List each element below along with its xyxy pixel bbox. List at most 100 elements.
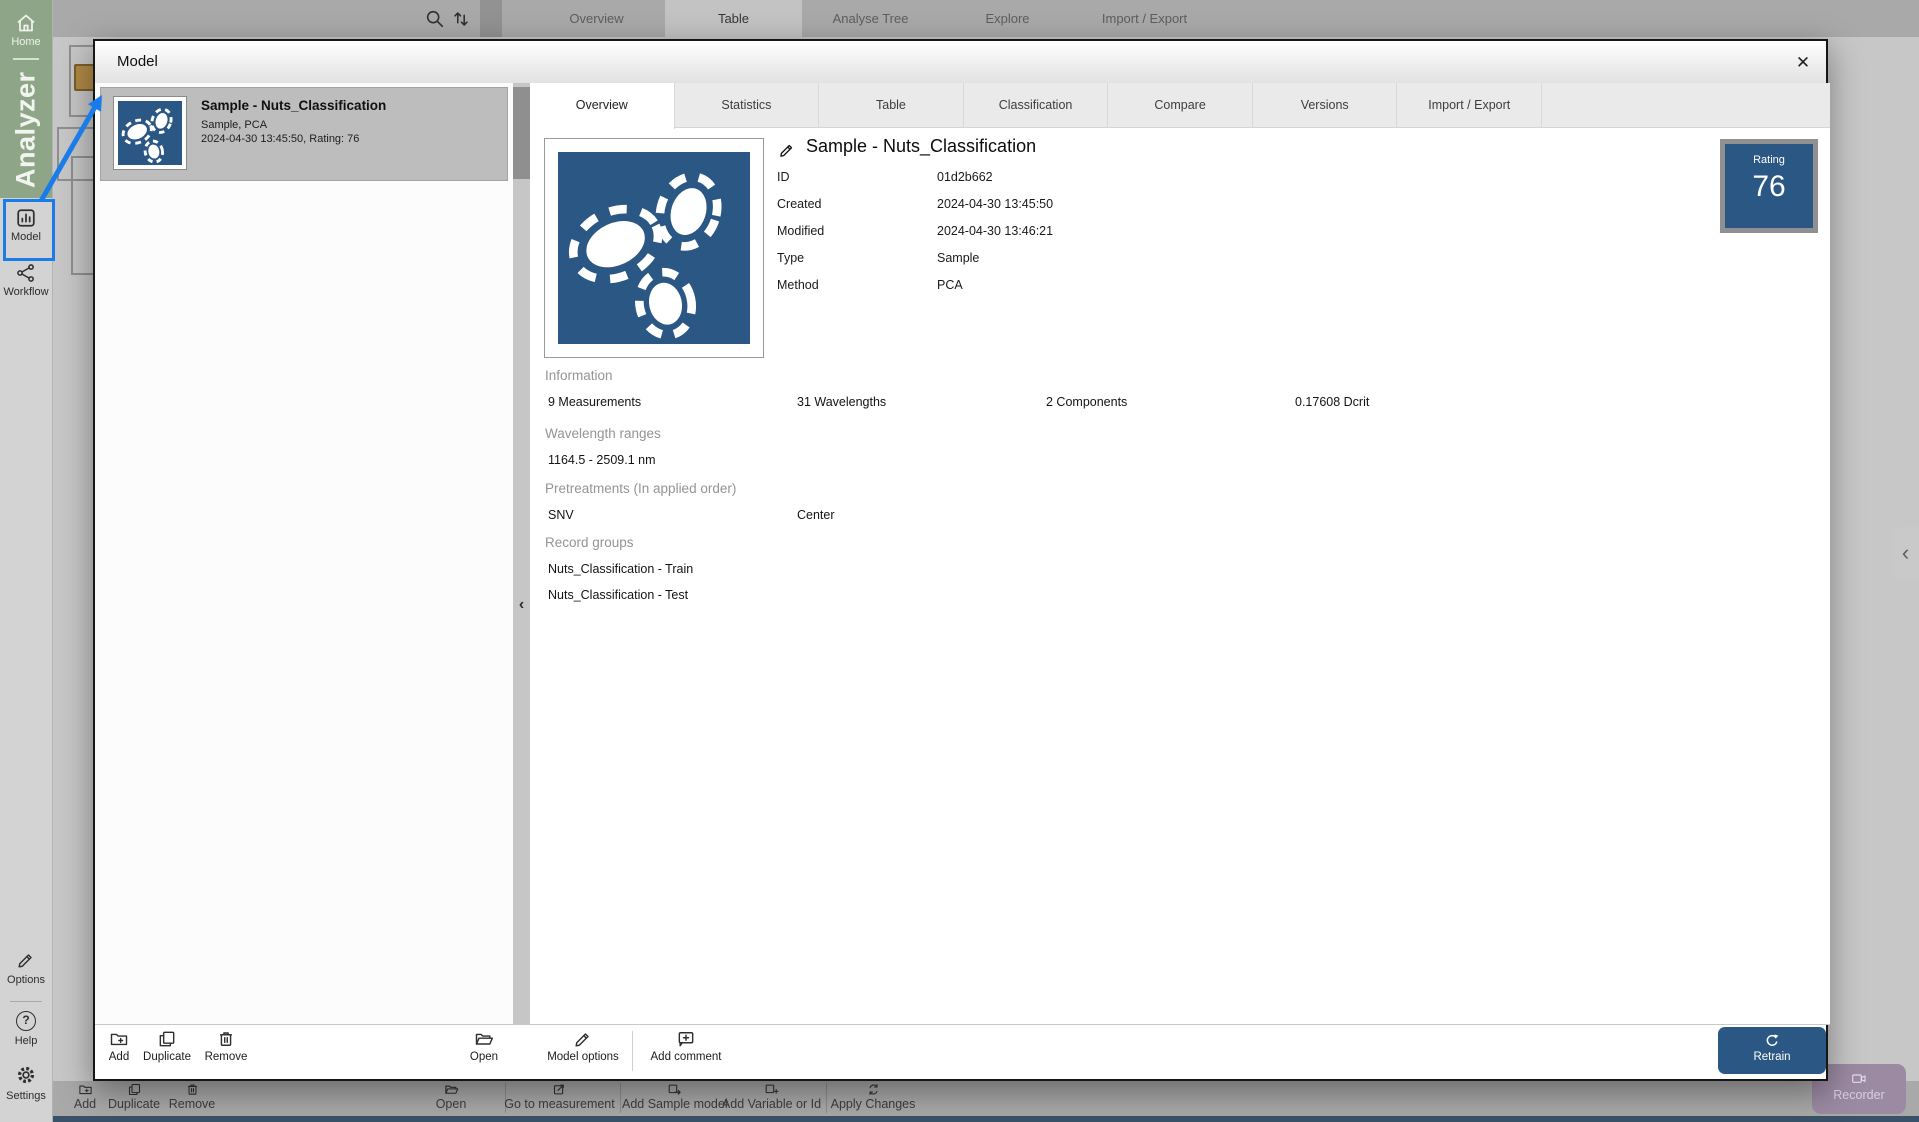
open-folder-icon	[444, 1082, 459, 1097]
detail-tab-classification[interactable]: Classification	[964, 83, 1109, 128]
copy-icon	[127, 1082, 142, 1097]
toolbar-go-to-measurement-button[interactable]: Go to measurement	[502, 1081, 617, 1111]
collapse-panel-button[interactable]: ‹	[513, 593, 530, 617]
help-icon: ?	[16, 1011, 36, 1031]
sidebar-divider	[13, 58, 39, 60]
edit-title-icon[interactable]	[778, 141, 796, 159]
model-list-item[interactable]: Sample - Nuts_Classification Sample, PCA…	[100, 87, 508, 181]
info-dcrit: 0.17608 Dcrit	[1295, 395, 1369, 409]
pretreatment-item: Center	[797, 508, 835, 522]
comment-plus-icon	[676, 1029, 696, 1049]
sidebar-item-home[interactable]: Home	[0, 36, 52, 48]
side-panel-handle[interactable]: ‹	[1892, 527, 1919, 579]
field-value: 2024-04-30 13:45:50	[937, 197, 1053, 211]
pencil-icon	[16, 950, 36, 970]
topbar-divider	[480, 0, 502, 37]
tab-import-export[interactable]: Import / Export	[1076, 0, 1213, 37]
tab-analyse-tree[interactable]: Analyse Tree	[802, 0, 939, 37]
workflow-icon	[15, 262, 37, 284]
field-value: PCA	[937, 278, 963, 292]
dialog-title: Model	[117, 41, 158, 83]
sidebar-divider	[10, 1001, 42, 1002]
close-icon[interactable]: ✕	[1790, 50, 1816, 76]
top-bar: Overview Table Analyse Tree Explore Impo…	[52, 0, 1919, 37]
detail-tab-import-export[interactable]: Import / Export	[1397, 83, 1542, 128]
toolbar-remove-button[interactable]: Remove	[165, 1081, 219, 1111]
toolbar-add-variable-button[interactable]: Add Variable or Id	[719, 1081, 824, 1111]
retrain-button[interactable]: Retrain	[1718, 1027, 1826, 1074]
toolbar-duplicate-button[interactable]: Duplicate	[107, 1081, 161, 1111]
model-list: Sample - Nuts_Classification Sample, PCA…	[95, 83, 513, 1024]
rating-badge: Rating 76	[1720, 139, 1818, 233]
section-header-information: Information	[545, 368, 613, 383]
add-comment-button[interactable]: Add comment	[646, 1029, 726, 1063]
field-label: Type	[777, 251, 804, 265]
tab-table[interactable]: Table	[665, 0, 802, 37]
toolbar-add-sample-model-button[interactable]: Add Sample model	[622, 1081, 727, 1111]
add-variable-icon	[764, 1082, 779, 1097]
model-title: Sample - Nuts_Classification	[806, 136, 1036, 157]
field-label: Modified	[777, 224, 824, 238]
toolbar-divider	[826, 1083, 827, 1113]
model-thumbnail	[113, 96, 187, 170]
copy-icon	[157, 1029, 177, 1049]
info-measurements: 9 Measurements	[548, 395, 641, 409]
detail-tab-statistics[interactable]: Statistics	[675, 83, 820, 128]
sidebar: Home Analyzer Model Workflow Options ? H	[0, 0, 53, 1122]
detail-tab-compare[interactable]: Compare	[1108, 83, 1253, 128]
window-bottom-edge	[52, 1116, 1919, 1122]
field-label: ID	[777, 170, 790, 184]
app-brand: Analyzer	[0, 66, 52, 194]
detail-tab-bar: Overview Statistics Table Classification…	[530, 83, 1830, 128]
dialog-title-bar: Model	[95, 41, 1826, 84]
search-icon[interactable]	[424, 8, 446, 30]
detail-tab-table[interactable]: Table	[819, 83, 964, 128]
list-scrollbar[interactable]: ‹	[513, 83, 530, 1024]
gear-icon	[15, 1064, 37, 1086]
go-to-icon	[552, 1082, 567, 1097]
camera-icon	[1849, 1071, 1869, 1087]
record-group-row: Nuts_Classification - Train	[548, 562, 693, 576]
list-remove-button[interactable]: Remove	[199, 1029, 253, 1063]
refresh-icon	[1763, 1032, 1781, 1050]
model-item-title: Sample - Nuts_Classification	[201, 98, 386, 113]
list-open-button[interactable]: Open	[462, 1029, 506, 1063]
toolbar-add-button[interactable]: Add	[65, 1081, 105, 1111]
scrollbar-thumb[interactable]	[513, 87, 530, 179]
sort-icon[interactable]	[450, 8, 472, 30]
chevron-left-icon: ‹	[519, 596, 524, 614]
footer-vertical-divider	[632, 1031, 633, 1071]
pencil-icon	[573, 1029, 593, 1049]
open-folder-icon	[474, 1029, 494, 1049]
toolbar-apply-changes-button[interactable]: Apply Changes	[828, 1081, 918, 1111]
list-add-button[interactable]: Add	[97, 1029, 141, 1063]
model-selection-highlight	[3, 199, 55, 261]
toolbar-divider	[620, 1083, 621, 1113]
footer-divider	[95, 1024, 1830, 1025]
home-icon	[14, 11, 38, 35]
chevron-left-icon: ‹	[1902, 540, 1909, 566]
detail-tab-versions[interactable]: Versions	[1253, 83, 1398, 128]
field-value: 01d2b662	[937, 170, 993, 184]
apply-changes-icon	[866, 1082, 881, 1097]
section-header-pretreatments: Pretreatments (In applied order)	[545, 481, 736, 496]
trash-icon	[216, 1029, 236, 1049]
field-value: 2024-04-30 13:46:21	[937, 224, 1053, 238]
tab-overview[interactable]: Overview	[528, 0, 665, 37]
detail-tab-overview[interactable]: Overview	[530, 83, 675, 129]
list-duplicate-button[interactable]: Duplicate	[139, 1029, 195, 1063]
add-sample-model-icon	[667, 1082, 682, 1097]
folder-plus-icon	[78, 1082, 93, 1097]
tab-explore[interactable]: Explore	[939, 0, 1076, 37]
folder-plus-icon	[109, 1029, 129, 1049]
toolbar-open-button[interactable]: Open	[429, 1081, 473, 1111]
field-label: Created	[777, 197, 821, 211]
wavelength-range: 1164.5 - 2509.1 nm	[548, 453, 655, 467]
rating-value: 76	[1725, 170, 1813, 204]
pretreatment-item: SNV	[548, 508, 574, 522]
model-options-button[interactable]: Model options	[543, 1029, 623, 1063]
model-large-thumbnail	[544, 138, 764, 358]
sidebar-brand-section: Home Analyzer	[0, 0, 52, 198]
info-wavelengths: 31 Wavelengths	[797, 395, 886, 409]
section-header-wavelength: Wavelength ranges	[545, 426, 661, 441]
